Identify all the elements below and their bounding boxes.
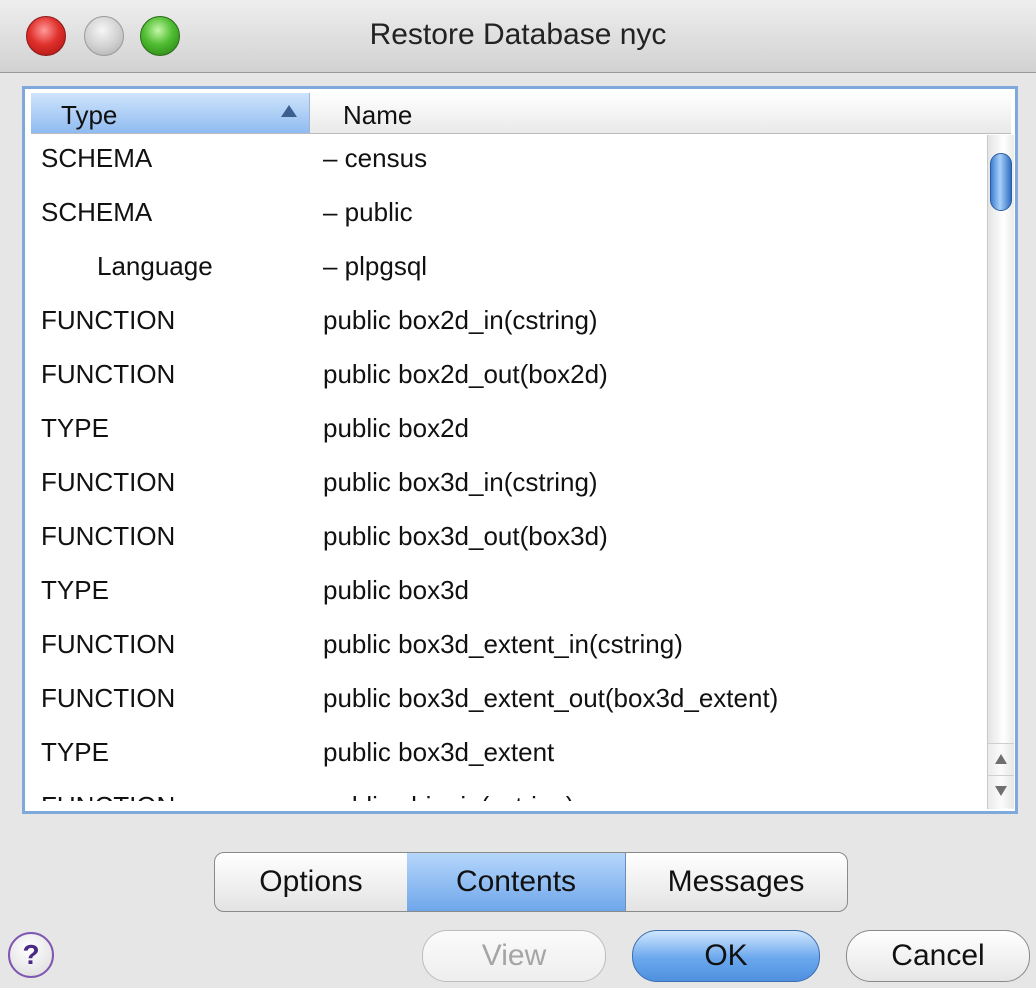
type-cell: FUNCTION — [41, 359, 176, 389]
table-row[interactable]: FUNCTION public box2d_in(cstring) — [31, 297, 985, 351]
table-row[interactable]: FUNCTION public box3d_extent_out(box3d_e… — [31, 675, 985, 729]
scroll-down-button[interactable] — [988, 775, 1014, 808]
name-cell: public box3d_out(box3d) — [323, 521, 608, 551]
type-cell: TYPE — [41, 413, 109, 443]
type-cell: FUNCTION — [41, 305, 176, 335]
scroll-up-arrow-icon — [995, 754, 1007, 764]
table-row[interactable]: SCHEMA – census — [31, 135, 985, 189]
name-cell: public box2d_out(box2d) — [323, 359, 608, 389]
help-button[interactable]: ? — [8, 932, 54, 978]
column-header-name[interactable]: Name — [309, 93, 1011, 133]
tab-switcher: Options Contents Messages — [214, 852, 848, 912]
table-row[interactable]: FUNCTION public chip_in(cstring) — [31, 783, 985, 801]
table-row[interactable]: TYPE public box3d — [31, 567, 985, 621]
cancel-button[interactable]: Cancel — [846, 930, 1030, 982]
table-row[interactable]: FUNCTION public box2d_out(box2d) — [31, 351, 985, 405]
scroll-down-arrow-icon — [995, 786, 1007, 796]
table-row[interactable]: TYPE public box3d_extent — [31, 729, 985, 783]
name-cell: – census — [323, 143, 428, 173]
type-cell: FUNCTION — [41, 629, 176, 659]
sort-ascending-icon — [281, 105, 297, 117]
type-cell: TYPE — [41, 737, 109, 767]
restore-database-dialog: Restore Database nyc Type Name SCHEMA – … — [0, 0, 1036, 988]
table-row[interactable]: SCHEMA – public — [31, 189, 985, 243]
name-cell: – plpgsql — [323, 251, 428, 281]
table-row[interactable]: FUNCTION public box3d_extent_in(cstring) — [31, 621, 985, 675]
name-cell: public box2d — [323, 413, 469, 443]
name-cell: public box3d_in(cstring) — [323, 467, 598, 497]
name-cell: – public — [323, 197, 413, 227]
type-cell: FUNCTION — [41, 683, 176, 713]
type-cell: TYPE — [41, 575, 109, 605]
name-cell: public box3d_extent_in(cstring) — [323, 629, 683, 659]
table-header: Type Name — [31, 93, 1011, 134]
ok-button[interactable]: OK — [632, 930, 820, 982]
type-cell: SCHEMA — [41, 143, 153, 173]
tab-messages[interactable]: Messages — [625, 853, 847, 911]
table-body: SCHEMA – census SCHEMA – public Language… — [31, 135, 985, 801]
name-cell: public box2d_in(cstring) — [323, 305, 598, 335]
tab-options[interactable]: Options — [215, 853, 408, 911]
table-row[interactable]: FUNCTION public box3d_out(box3d) — [31, 513, 985, 567]
table-row[interactable]: Language – plpgsql — [31, 243, 985, 297]
scrollbar-thumb[interactable] — [990, 153, 1012, 211]
type-cell: FUNCTION — [41, 791, 175, 801]
view-button[interactable]: View — [422, 930, 606, 982]
tab-contents[interactable]: Contents — [407, 853, 626, 911]
vertical-scrollbar[interactable] — [987, 135, 1014, 809]
contents-table: Type Name SCHEMA – census SCHEMA – publi… — [22, 86, 1018, 814]
type-cell: FUNCTION — [41, 467, 176, 497]
table-row[interactable]: FUNCTION public box3d_in(cstring) — [31, 459, 985, 513]
column-header-name-label: Name — [343, 100, 413, 130]
name-cell: public box3d_extent — [323, 737, 555, 767]
title-bar: Restore Database nyc — [0, 0, 1036, 73]
name-cell: public box3d — [323, 575, 469, 605]
table-row[interactable]: TYPE public box2d — [31, 405, 985, 459]
name-cell: public box3d_extent_out(box3d_extent) — [323, 683, 779, 713]
type-cell: FUNCTION — [41, 521, 176, 551]
window-title: Restore Database nyc — [369, 18, 667, 51]
column-header-type-label: Type — [61, 100, 118, 130]
name-cell: public chip_in(cstring) — [323, 791, 574, 801]
type-cell: SCHEMA — [41, 197, 153, 227]
type-cell: Language — [97, 251, 213, 281]
scroll-up-button[interactable] — [988, 743, 1014, 776]
column-header-type[interactable]: Type — [31, 93, 310, 133]
